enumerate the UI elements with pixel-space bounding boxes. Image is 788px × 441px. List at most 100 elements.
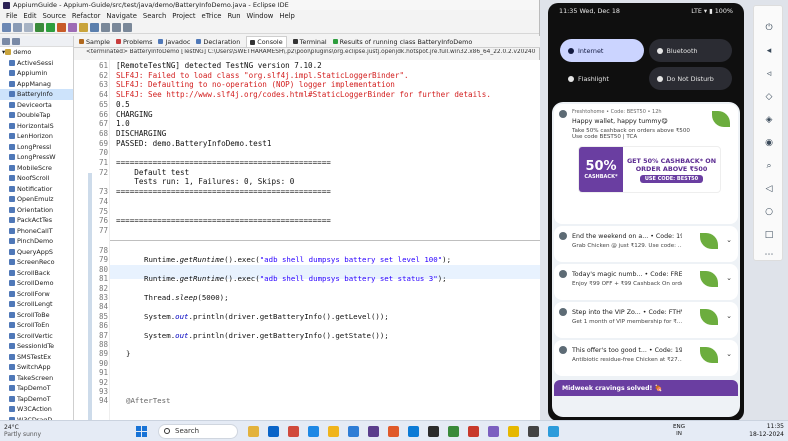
power-icon[interactable]: ⏻ (764, 23, 774, 33)
widgets-icon[interactable] (248, 426, 259, 437)
menu-run[interactable]: Run (227, 12, 240, 20)
start-button[interactable] (136, 426, 147, 437)
notification-card[interactable]: ⌄ This offer's too good t... • Code: 1990… (554, 340, 738, 376)
menu-file[interactable]: File (6, 12, 17, 20)
screenshot-icon[interactable]: ◉ (764, 138, 774, 148)
tree-item[interactable]: QueryAppS (0, 247, 73, 258)
sticky-notes-icon[interactable] (508, 426, 519, 437)
run-icon[interactable] (46, 22, 55, 32)
more-icon[interactable]: ⋯ (764, 250, 774, 260)
tree-item[interactable]: Appiumin (0, 68, 73, 79)
tree-item[interactable]: HorizontalS (0, 121, 73, 132)
volume-down-icon[interactable]: ◃ (764, 69, 774, 79)
tree-item[interactable]: PackActTes (0, 215, 73, 226)
tree-item[interactable]: NoofScroll (0, 173, 73, 184)
save-all-icon[interactable] (24, 22, 33, 32)
tree-item[interactable]: Notificatior (0, 184, 73, 195)
tree-item[interactable]: PinchDemo (0, 236, 73, 247)
task-view-icon[interactable] (268, 426, 279, 437)
expand-icon[interactable]: ⌄ (726, 236, 732, 244)
word-icon[interactable] (348, 426, 359, 437)
menu-source[interactable]: Source (43, 12, 66, 20)
forward-icon[interactable] (123, 22, 132, 32)
tree-item[interactable]: TapDemoT (0, 383, 73, 394)
tree-item[interactable]: Orientation (0, 205, 73, 216)
tree-item[interactable]: DoubleTap (0, 110, 73, 121)
cashback-banner[interactable]: 50% CASHBACK* GET 50% CASHBACK* ON ORDER … (578, 146, 721, 193)
tree-item[interactable]: ScrollForw (0, 289, 73, 300)
open-type-icon[interactable] (79, 22, 88, 32)
back-icon[interactable] (112, 22, 121, 32)
tree-item[interactable]: W3CAction (0, 404, 73, 415)
menu-etrice[interactable]: eTrice (202, 12, 222, 20)
back-icon[interactable]: ◁ (764, 184, 774, 194)
tree-root[interactable]: ▾ demo (0, 47, 73, 58)
search-icon[interactable] (90, 22, 99, 32)
tree-item[interactable]: ScrollBack (0, 268, 73, 279)
tree-item[interactable]: AppManag (0, 79, 73, 90)
notification-card[interactable]: Freshtohome • Code: BEST50 • 12h Happy w… (554, 104, 738, 224)
tab-sample[interactable]: Sample (79, 38, 110, 46)
postman-icon[interactable] (468, 426, 479, 437)
weather-widget[interactable]: 24°C Partly sunny (4, 424, 41, 438)
bluetooth-tile[interactable]: Bluetooth (648, 39, 732, 62)
zoom-icon[interactable]: ⌕ (764, 161, 774, 171)
dnd-tile[interactable]: Do Not Disturb (648, 67, 732, 90)
menu-project[interactable]: Project (172, 12, 195, 20)
annotation-icon[interactable] (101, 22, 110, 32)
rotate-left-icon[interactable]: ◇ (764, 92, 774, 102)
home-icon[interactable]: ○ (764, 207, 774, 217)
intellij-icon[interactable] (388, 426, 399, 437)
tree-item[interactable]: ActiveSessi (0, 58, 73, 69)
expand-icon[interactable]: ⌄ (726, 312, 732, 320)
menu-navigate[interactable]: Navigate (106, 12, 137, 20)
menu-search[interactable]: Search (143, 12, 166, 20)
chrome-icon[interactable] (288, 426, 299, 437)
overview-icon[interactable]: □ (764, 230, 774, 240)
tree-item[interactable]: SessionIdTe (0, 341, 73, 352)
notification-card[interactable]: ⌄ Step into the VIP Zo... • Code: FTHV...… (554, 302, 738, 338)
system-clock[interactable]: 11:35 18-12-2024 (749, 423, 784, 439)
hierarchy-tab-icon[interactable] (12, 37, 20, 45)
tab-problems[interactable]: Problems (115, 38, 152, 46)
tree-item[interactable]: ScrollToBe (0, 310, 73, 321)
new-class-icon[interactable] (68, 22, 77, 32)
tree-item[interactable]: ScreenReco (0, 257, 73, 268)
teams-icon[interactable] (488, 426, 499, 437)
tree-item[interactable]: LenHorizon (0, 131, 73, 142)
input-language[interactable]: ENG IN (673, 424, 685, 438)
external-tools-icon[interactable] (57, 22, 66, 32)
tree-item[interactable]: OpenEmulz (0, 194, 73, 205)
debug-icon[interactable] (35, 22, 44, 32)
snipping-tool-icon[interactable] (528, 426, 539, 437)
tab-terminal[interactable]: Terminal (292, 38, 327, 46)
tree-item[interactable]: ScrollDemo (0, 278, 73, 289)
taskbar-search[interactable]: Search (158, 424, 238, 439)
tree-item[interactable]: MobileScre (0, 163, 73, 174)
tab-console[interactable]: Console (246, 36, 287, 47)
tab-javadoc[interactable]: Javadoc (158, 38, 190, 46)
tree-item[interactable]: PhoneCallT (0, 226, 73, 237)
menu-help[interactable]: Help (279, 12, 295, 20)
android-studio-icon[interactable] (448, 426, 459, 437)
tree-item[interactable]: SwitchApp (0, 362, 73, 373)
new-file-icon[interactable] (2, 22, 11, 32)
menu-refactor[interactable]: Refactor (72, 12, 101, 20)
tree-item[interactable]: LongPressI (0, 142, 73, 153)
volume-up-icon[interactable]: ◂ (764, 46, 774, 56)
tree-item[interactable]: ScrollLengt (0, 299, 73, 310)
tab-results[interactable]: Results of running class BatteryInfoDemo (332, 38, 472, 46)
menu-edit[interactable]: Edit (23, 12, 36, 20)
notification-card[interactable]: ⌄ End the weekend on a... • Code: 1990 • … (554, 226, 738, 262)
package-tab-icon[interactable] (2, 37, 10, 45)
tab-declaration[interactable]: Declaration (196, 38, 240, 46)
tree-item[interactable]: ScrollVertic (0, 331, 73, 342)
notification-card[interactable]: ⌄ Today's magic numb... • Code: FRE200 • … (554, 264, 738, 300)
menu-window[interactable]: Window (247, 12, 274, 20)
file-explorer-icon[interactable] (328, 426, 339, 437)
tree-item[interactable]: ScrollToEn (0, 320, 73, 331)
terminal-icon[interactable] (428, 426, 439, 437)
emulator-icon[interactable] (548, 426, 559, 437)
flashlight-tile[interactable]: Flashlight (560, 67, 644, 90)
tree-item[interactable]: TakeScreen (0, 373, 73, 384)
